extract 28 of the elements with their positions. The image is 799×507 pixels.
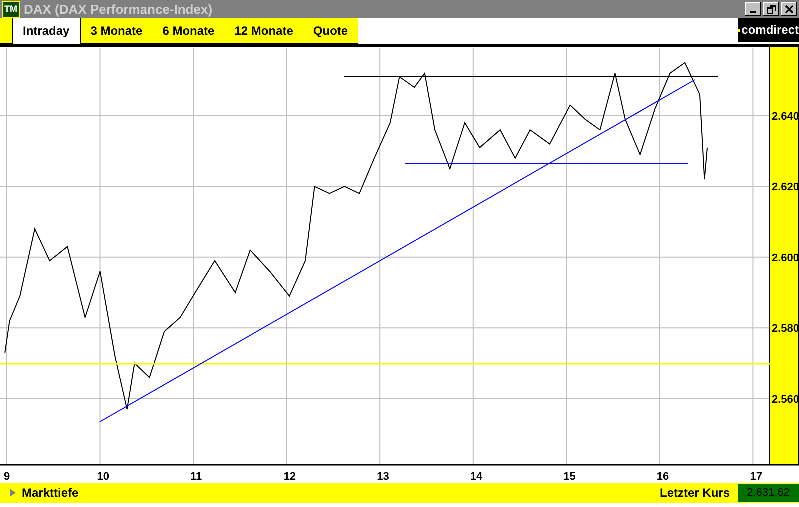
close-icon <box>784 4 794 14</box>
y-tick-label: 2.560 <box>772 394 799 406</box>
minimize-icon <box>750 10 756 12</box>
restore-icon <box>766 4 776 14</box>
minimize-button[interactable] <box>745 2 761 16</box>
app-icon: TM <box>2 0 20 18</box>
x-tick-label: 11 <box>190 471 202 483</box>
x-tick-label: 14 <box>470 471 483 483</box>
x-tick-label: 13 <box>377 471 390 483</box>
window-title: DAX (DAX Performance-Index) <box>24 2 214 16</box>
triangle-icon <box>10 489 16 497</box>
x-tick-label: 16 <box>656 471 670 483</box>
y-tick-label: 2.620 <box>772 182 799 194</box>
y-tick-label: 2.580 <box>772 323 799 336</box>
restore-button[interactable] <box>763 2 779 16</box>
y-tick-label: 2.640 <box>772 110 799 123</box>
tab[interactable]: Intraday <box>12 18 81 44</box>
last-price-value: 2.631,62 <box>738 484 799 502</box>
x-tick-label: 12 <box>284 471 296 483</box>
x-tick-label: 10 <box>97 471 110 483</box>
x-tick-label: 9 <box>4 471 10 483</box>
y-tick-label: 2.600 <box>772 252 799 264</box>
market-depth-link[interactable]: Markttiefe <box>0 486 79 500</box>
last-price-label: Letzter Kurs <box>660 486 731 500</box>
x-tick-label: 15 <box>564 471 576 483</box>
close-button[interactable] <box>781 2 797 16</box>
logo: comdirect <box>738 18 799 42</box>
x-tick-label: 17 <box>750 471 762 483</box>
